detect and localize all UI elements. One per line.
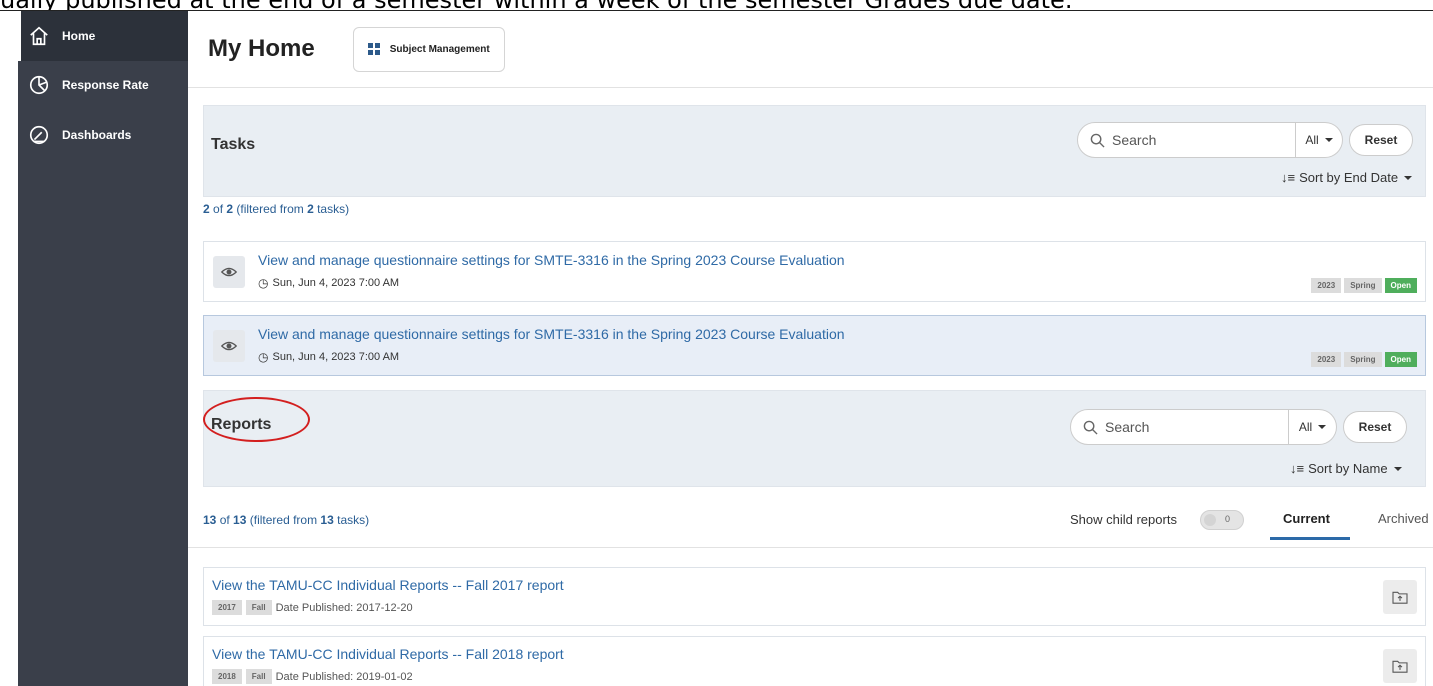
page-title: My Home	[208, 35, 315, 62]
sidebar-item-response-rate[interactable]: Response Rate	[18, 60, 188, 110]
chevron-down-icon	[1318, 425, 1327, 429]
sort-icon: ↓≡	[1290, 461, 1305, 476]
tasks-panel-header: Tasks Search All Reset ↓≡ Sort by End Da…	[203, 105, 1426, 197]
tasks-sort-dropdown[interactable]: ↓≡ Sort by End Date	[1281, 170, 1413, 185]
subject-management-label: Subject Management	[389, 43, 490, 55]
date-published: Date Published: 2019-01-02	[275, 670, 413, 683]
year-tag: 2023	[1311, 278, 1342, 293]
folder-icon[interactable]	[1383, 649, 1417, 683]
divider	[188, 547, 1433, 548]
year-tag: 2017	[212, 600, 242, 615]
tasks-count: 2 of 2 (filtered from 2 tasks)	[203, 202, 350, 216]
tasks-search-placeholder: Search	[1112, 132, 1157, 148]
report-meta: 2018 Fall Date Published: 2019-01-02	[212, 669, 413, 684]
reports-sort-dropdown[interactable]: ↓≡ Sort by Name	[1290, 461, 1402, 476]
task-date: ◷ Sun, Jun 4, 2023 7:00 AM	[258, 276, 400, 290]
clock-icon: ◷	[258, 276, 269, 290]
status-badge: Open	[1384, 278, 1417, 293]
show-child-reports-toggle[interactable]: 0	[1200, 510, 1244, 530]
chevron-down-icon	[1324, 138, 1333, 142]
year-tag: 2018	[212, 669, 242, 684]
term-tag: Fall	[245, 669, 272, 684]
chevron-down-icon	[1404, 175, 1413, 180]
reports-panel-header: Reports Search All Reset ↓≡ Sort by Name	[203, 390, 1426, 487]
page-header: My Home Subject Management	[188, 11, 1433, 88]
reports-search-placeholder: Search	[1105, 419, 1150, 435]
active-tab-underline	[1270, 537, 1350, 540]
tasks-title: Tasks	[211, 136, 256, 153]
search-icon	[1083, 420, 1098, 435]
sidebar-item-label: Dashboards	[62, 128, 132, 142]
folder-icon[interactable]	[1383, 580, 1417, 614]
report-row[interactable]: View the TAMU-CC Individual Reports -- F…	[203, 636, 1426, 686]
toggle-value: 0	[1225, 514, 1231, 524]
home-icon	[28, 25, 50, 47]
grid-icon	[367, 43, 380, 55]
reports-filter-dropdown[interactable]: All	[1289, 409, 1337, 445]
sidebar-item-home[interactable]: Home	[18, 11, 188, 61]
tasks-filter-dropdown[interactable]: All	[1296, 122, 1343, 158]
tab-archived[interactable]: Archived	[1378, 511, 1429, 526]
report-row[interactable]: View the TAMU-CC Individual Reports -- F…	[203, 567, 1426, 626]
tasks-sort-label: Sort by End Date	[1299, 170, 1399, 185]
toggle-knob	[1204, 514, 1216, 526]
reports-count: 13 of 13 (filtered from 13 tasks)	[203, 513, 370, 527]
reports-filter-value: All	[1298, 420, 1313, 434]
gauge-icon	[28, 124, 50, 146]
pie-chart-icon	[28, 74, 50, 96]
reports-search-input[interactable]: Search	[1070, 409, 1289, 445]
sidebar: Home Response Rate Dashboards	[18, 11, 188, 686]
reports-reset-button[interactable]: Reset	[1343, 411, 1407, 443]
date-published: Date Published: 2017-12-20	[275, 601, 413, 614]
task-link[interactable]: View and manage questionnaire settings f…	[258, 326, 845, 342]
term-tag: Spring	[1344, 278, 1382, 293]
annotation-circle	[203, 397, 310, 442]
chevron-down-icon	[1393, 466, 1402, 471]
task-row[interactable]: View and manage questionnaire settings f…	[203, 241, 1426, 302]
search-icon	[1090, 133, 1105, 148]
sidebar-item-label: Home	[62, 29, 96, 43]
status-badge: Open	[1384, 352, 1417, 367]
term-tag: Spring	[1344, 352, 1382, 367]
task-row[interactable]: View and manage questionnaire settings f…	[203, 315, 1426, 376]
task-link[interactable]: View and manage questionnaire settings f…	[258, 252, 845, 268]
sort-icon: ↓≡	[1281, 170, 1296, 185]
task-tags: 2023 Spring Open	[1308, 278, 1417, 293]
sidebar-item-dashboards[interactable]: Dashboards	[18, 110, 188, 160]
year-tag: 2023	[1311, 352, 1342, 367]
tasks-reset-button[interactable]: Reset	[1349, 124, 1413, 156]
eye-icon[interactable]	[213, 256, 245, 288]
main-content: My Home Subject Management Tasks Search …	[188, 11, 1433, 686]
tab-current[interactable]: Current	[1283, 511, 1330, 526]
tasks-search-input[interactable]: Search	[1077, 122, 1296, 158]
term-tag: Fall	[245, 600, 272, 615]
reports-sort-label: Sort by Name	[1308, 461, 1388, 476]
tasks-filter-value: All	[1305, 133, 1319, 147]
eye-icon[interactable]	[213, 330, 245, 362]
task-tags: 2023 Spring Open	[1308, 352, 1417, 367]
clock-icon: ◷	[258, 350, 269, 364]
report-meta: 2017 Fall Date Published: 2017-12-20	[212, 600, 413, 615]
show-child-reports-label: Show child reports	[1070, 512, 1177, 527]
sidebar-item-label: Response Rate	[62, 78, 149, 92]
report-link[interactable]: View the TAMU-CC Individual Reports -- F…	[212, 577, 564, 593]
task-date: ◷ Sun, Jun 4, 2023 7:00 AM	[258, 350, 400, 364]
report-link[interactable]: View the TAMU-CC Individual Reports -- F…	[212, 646, 564, 662]
subject-management-button[interactable]: Subject Management	[352, 26, 505, 72]
